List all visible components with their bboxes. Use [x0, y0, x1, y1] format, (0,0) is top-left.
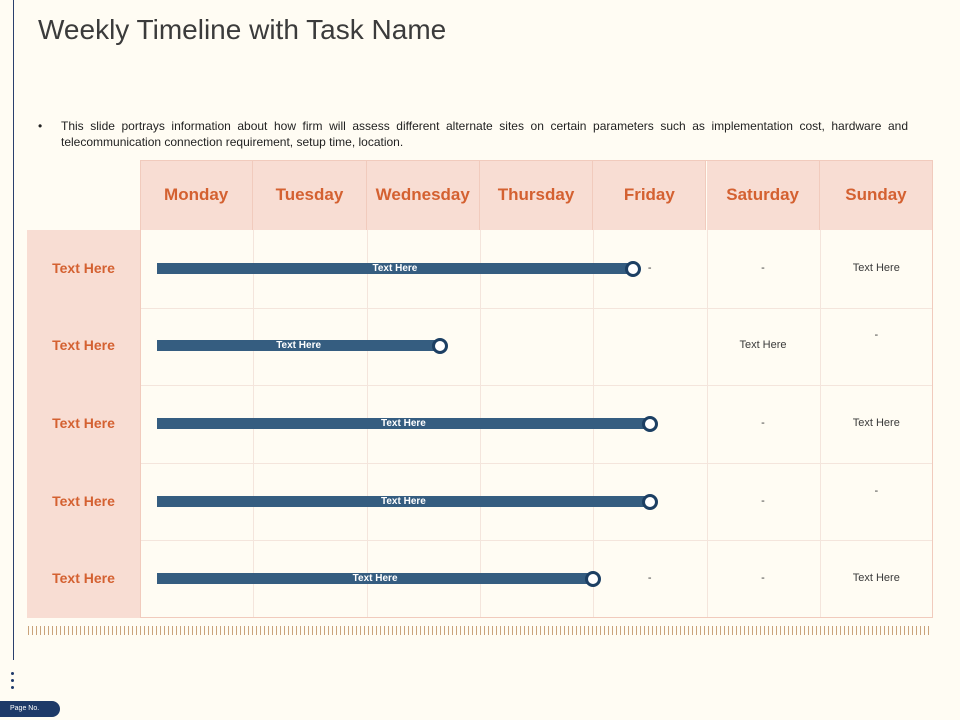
- cell-text: Text Here: [852, 572, 900, 585]
- day-header-saturday: Saturday: [706, 160, 820, 230]
- timeline-grid: Monday Tuesday Wednesday Thursday Friday Satu…: [140, 160, 934, 618]
- task-label: Text Here: [52, 415, 115, 431]
- slide-title: Weekly Timeline with Task Name: [38, 14, 447, 45]
- vertical-dots-decoration: [11, 672, 15, 693]
- task-timeline-bar: Text Here: [157, 262, 633, 274]
- day-header-monday: Monday: [140, 160, 254, 230]
- cell-dash: -: [761, 417, 765, 429]
- day-header-thursday: Thursday: [479, 160, 594, 230]
- task-label: Text Here: [52, 259, 115, 276]
- cell-dash: -: [761, 494, 765, 507]
- milestone-circle-icon: [641, 493, 658, 510]
- description-text: This slide portrays information about ho…: [61, 119, 908, 149]
- day-header-friday: Friday: [593, 160, 707, 230]
- slide-page: Page No. Weekly Timeline with Task Name …: [0, 0, 960, 720]
- day-header-sunday: Sunday: [819, 160, 934, 230]
- milestone-circle-icon: [641, 416, 658, 432]
- task-label: Text Here: [52, 492, 115, 509]
- grid-row-line: [140, 540, 933, 542]
- bullet-icon: •: [38, 119, 43, 133]
- description-bullet: • This slide portrays information about …: [38, 118, 908, 150]
- cell-dash: -: [647, 261, 652, 274]
- cell-text: Text Here: [852, 417, 900, 429]
- day-header-tuesday: Tuesday: [253, 160, 367, 230]
- cell-dash: -: [761, 261, 765, 274]
- grid-row-line: [140, 462, 933, 464]
- day-header-wednesday: Wednesday: [366, 160, 480, 230]
- task-timeline-bar: Text Here: [157, 418, 650, 429]
- cell-dash: -: [761, 572, 765, 585]
- grid-row-line: [140, 307, 933, 309]
- grid-row-line: [140, 385, 933, 387]
- task-timeline-bar: Text Here: [157, 340, 441, 352]
- hatched-divider: [28, 626, 930, 635]
- task-timeline-bar: Text Here: [157, 495, 650, 507]
- task-label: Text Here: [52, 570, 115, 587]
- cell-dash: -: [874, 329, 879, 342]
- page-number-badge: Page No.: [0, 701, 60, 717]
- cell-dash: -: [874, 484, 879, 497]
- cell-text: Text Here: [852, 261, 900, 274]
- task-timeline-bar: Text Here: [157, 573, 594, 585]
- cell-dash: -: [647, 572, 652, 585]
- task-label: Text Here: [52, 337, 115, 354]
- cell-text: Text Here: [739, 339, 787, 352]
- left-accent-line: [13, 0, 14, 660]
